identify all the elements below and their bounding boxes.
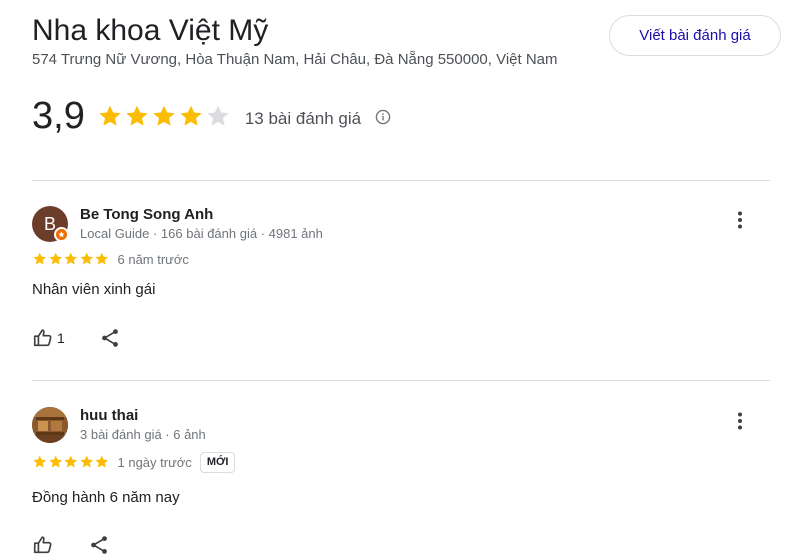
like-count: 1 — [57, 330, 65, 346]
star-icon — [153, 105, 175, 126]
reviewer-name[interactable]: Be Tong Song Anh — [80, 206, 213, 223]
review-rating-row: 1 ngày trước MỚI — [32, 451, 236, 473]
star-icon — [180, 105, 202, 126]
like-button[interactable]: 1 — [32, 327, 65, 349]
write-review-button[interactable]: Viết bài đánh giá — [609, 15, 781, 56]
star-icon — [95, 252, 109, 265]
info-icon[interactable] — [375, 109, 391, 125]
reviewer-name[interactable]: huu thai — [80, 407, 138, 424]
place-name: Nha khoa Việt Mỹ — [32, 14, 269, 47]
review-text: Nhân viên xinh gái — [32, 281, 156, 298]
star-icon — [126, 105, 148, 126]
review-count-link[interactable]: 13 bài đánh giá — [245, 109, 361, 129]
star-icon — [33, 455, 47, 468]
star-icon — [79, 455, 93, 468]
review-stars — [32, 251, 110, 267]
average-rating: 3,9 — [32, 94, 85, 137]
star-icon — [64, 455, 78, 468]
reviewer-meta: Local Guide · 166 bài đánh giá · 4981 ản… — [80, 226, 323, 241]
review-card: huu thai 3 bài đánh giá · 6 ảnh 1 ngày t… — [32, 407, 770, 557]
star-icon — [99, 105, 121, 126]
star-icon — [48, 252, 62, 265]
star-icon — [33, 252, 47, 265]
star-icon — [95, 455, 109, 468]
review-time: 6 năm trước — [117, 251, 189, 267]
star-icon — [79, 252, 93, 265]
more-options-icon[interactable] — [728, 409, 752, 433]
thumbs-up-icon — [33, 329, 52, 347]
rating-summary: 3,9 13 bài đánh giá — [32, 92, 391, 140]
like-button[interactable] — [32, 534, 54, 556]
divider — [32, 180, 770, 181]
new-badge: MỚI — [199, 451, 236, 473]
avatar-photo — [32, 407, 68, 443]
share-icon[interactable] — [99, 327, 121, 349]
place-address: 574 Trưng Nữ Vương, Hòa Thuận Nam, Hải C… — [32, 51, 558, 68]
reviewer-meta: 3 bài đánh giá · 6 ảnh — [80, 427, 206, 442]
avatar[interactable] — [32, 407, 68, 443]
share-icon[interactable] — [88, 534, 110, 556]
review-time: 1 ngày trước — [117, 454, 192, 470]
thumbs-up-icon — [33, 536, 52, 554]
review-actions: 1 — [32, 326, 121, 350]
star-icon — [207, 105, 229, 126]
review-rating-row: 6 năm trước — [32, 251, 189, 267]
review-card: B Be Tong Song Anh Local Guide · 166 bài… — [32, 206, 770, 356]
divider — [32, 380, 770, 381]
review-stars — [32, 454, 110, 470]
star-icon — [48, 455, 62, 468]
average-rating-stars — [97, 103, 231, 129]
place-header: Nha khoa Việt Mỹ 574 Trưng Nữ Vương, Hòa… — [32, 10, 781, 70]
star-icon — [58, 231, 65, 238]
review-actions — [32, 533, 110, 557]
star-icon — [64, 252, 78, 265]
review-text: Đồng hành 6 năm nay — [32, 489, 180, 506]
local-guide-badge-icon — [54, 227, 69, 242]
more-options-icon[interactable] — [728, 208, 752, 232]
